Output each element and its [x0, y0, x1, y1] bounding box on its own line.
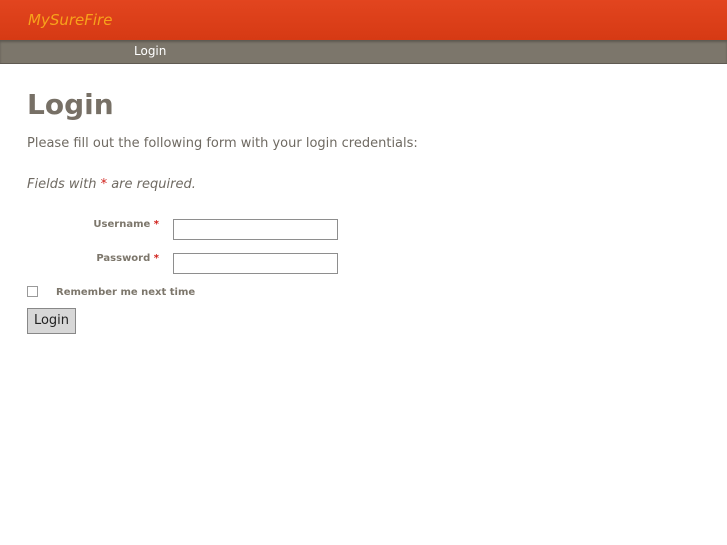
required-note-suffix: are required. — [107, 177, 196, 192]
login-button[interactable]: Login — [27, 308, 76, 334]
username-required-marker: * — [153, 219, 159, 230]
remember-me-label[interactable]: Remember me next time — [56, 287, 195, 299]
page-title: Login — [27, 88, 114, 121]
password-required-marker: * — [153, 253, 159, 264]
main-nav: Login — [0, 40, 727, 64]
required-fields-note: Fields with * are required. — [27, 177, 196, 193]
username-input[interactable] — [173, 219, 338, 240]
remember-me-checkbox[interactable] — [27, 286, 38, 297]
password-input[interactable] — [173, 253, 338, 274]
username-label-text: Username — [93, 219, 151, 230]
password-label-text: Password — [96, 253, 151, 264]
form-intro-text: Please fill out the following form with … — [27, 136, 418, 151]
username-label: Username * — [24, 219, 159, 231]
brand-logo-link[interactable]: MySureFire — [28, 10, 112, 30]
nav-item-login[interactable]: Login — [134, 44, 166, 59]
password-label: Password * — [24, 253, 159, 265]
app-header: MySureFire — [0, 0, 727, 40]
required-note-prefix: Fields with — [27, 177, 101, 192]
